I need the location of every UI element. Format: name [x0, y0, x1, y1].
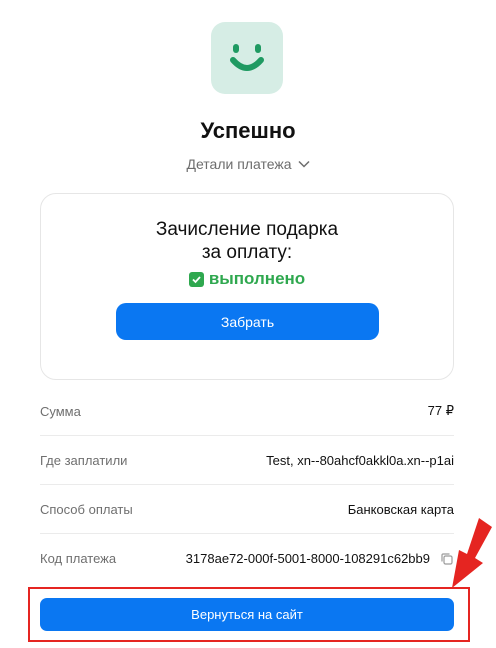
brand-logo [211, 22, 283, 94]
detail-label: Сумма [40, 403, 81, 419]
detail-label: Код платежа [40, 551, 117, 566]
detail-row-payment-code: Код платежа 3178ae72-000f-5001-8000-1082… [40, 534, 454, 583]
arrow-icon [452, 518, 492, 588]
gift-status-text: выполнено [208, 269, 306, 288]
gift-card-title-line1: Зачисление подарка [155, 219, 339, 240]
gift-card-title-line2: за оплату: [201, 242, 293, 263]
check-icon [188, 271, 204, 287]
gift-status: выполнено [41, 269, 453, 289]
detail-row-payment-method: Способ оплаты Банковская карта [40, 485, 454, 534]
detail-value: 77 ₽ [427, 403, 454, 418]
payment-code: 3178ae72-000f-5001-8000-108291c62bb9 [186, 551, 454, 566]
detail-value: Test, xn--80ahcf0akkl0a.xn--p1ai [266, 452, 454, 468]
gift-card: Зачисление подарка за оплату: выполнено … [40, 193, 454, 380]
payment-code-value: 3178ae72-000f-5001-8000-108291c62bb9 [185, 551, 430, 566]
detail-label: Способ оплаты [40, 501, 133, 517]
claim-gift-button[interactable]: Забрать [116, 303, 379, 340]
payment-details-label: Детали платежа [186, 156, 292, 172]
payment-details-toggle[interactable]: Детали платежа [0, 156, 496, 172]
detail-value: Банковская карта [347, 501, 454, 517]
gift-card-title: Зачисление подарка за оплату: [41, 218, 453, 264]
chevron-down-icon [297, 160, 310, 168]
detail-row-merchant: Где заплатили Test, xn--80ahcf0akkl0a.xn… [40, 436, 454, 485]
page-title: Успешно [200, 118, 296, 143]
return-to-site-button[interactable]: Вернуться на сайт [40, 598, 454, 631]
detail-label: Где заплатили [40, 452, 128, 468]
detail-row-amount: Сумма 77 ₽ [40, 387, 454, 436]
smile-icon [230, 44, 264, 71]
